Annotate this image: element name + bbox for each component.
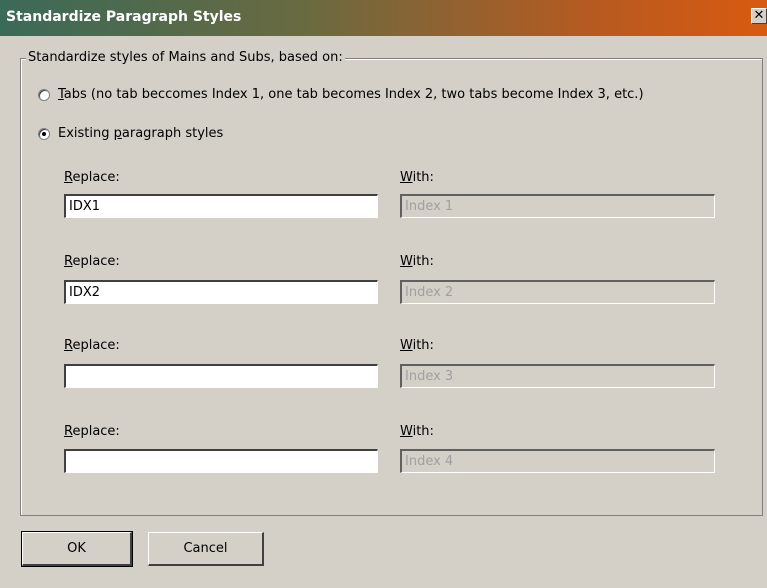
replace-label-4: Replace: [64, 424, 120, 439]
standardize-paragraph-styles-dialog: Standardize Paragraph Styles ✕ Standardi… [0, 0, 767, 588]
with-field-4: Index 4 [400, 449, 715, 473]
ok-button[interactable]: OK [21, 531, 133, 567]
replace-label-2: Replace: [64, 254, 120, 269]
with-field-1: Index 1 [400, 194, 715, 218]
replace-label-3: Replace: [64, 338, 120, 353]
radio-existing[interactable] [38, 127, 50, 140]
radio-tabs-label: Tabs (no tab beccomes Index 1, one tab b… [58, 87, 644, 102]
radio-tabs[interactable] [38, 88, 50, 101]
replace-label-1: Replace: [64, 170, 120, 185]
with-field-3: Index 3 [400, 364, 715, 388]
group-legend: Standardize styles of Mains and Subs, ba… [26, 50, 345, 65]
replace-input-2[interactable]: IDX2 [64, 280, 378, 304]
replace-input-1[interactable]: IDX1 [64, 194, 378, 218]
close-icon: ✕ [753, 8, 765, 23]
cancel-button[interactable]: Cancel [148, 532, 264, 566]
replace-input-4[interactable] [64, 449, 378, 473]
radio-existing-option[interactable]: Existing paragraph styles [38, 126, 223, 141]
with-label-2: With: [400, 254, 434, 269]
window-title: Standardize Paragraph Styles [6, 9, 242, 25]
radio-existing-label: Existing paragraph styles [58, 126, 224, 141]
with-label-3: With: [400, 338, 434, 353]
close-button[interactable]: ✕ [751, 8, 767, 24]
with-field-2: Index 2 [400, 280, 715, 304]
title-bar[interactable]: Standardize Paragraph Styles ✕ [0, 0, 767, 36]
with-label-1: With: [400, 170, 434, 185]
with-label-4: With: [400, 424, 434, 439]
radio-tabs-option[interactable]: Tabs (no tab beccomes Index 1, one tab b… [38, 87, 644, 102]
replace-input-3[interactable] [64, 364, 378, 388]
